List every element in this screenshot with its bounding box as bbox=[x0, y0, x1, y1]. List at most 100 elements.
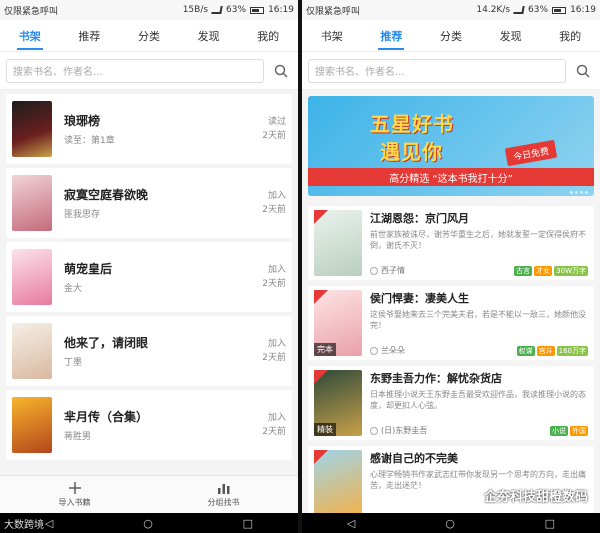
tag: 160万字 bbox=[556, 345, 588, 356]
bottom-toolbar: 导入书籍 分组找书 bbox=[0, 475, 298, 513]
bar-chart-icon bbox=[217, 484, 229, 494]
book-title: 东野圭吾力作：解忧杂货店 bbox=[370, 372, 502, 385]
book-title: 寂寞空庭春欲晚 bbox=[64, 188, 149, 202]
book-desc: 日本推理小说天王东野圭吾最受欢迎作品，我读推理小说的态度，却更扣人心弦。 bbox=[370, 390, 586, 410]
tag: 才女 bbox=[534, 265, 553, 276]
book-cover bbox=[12, 397, 52, 453]
list-item[interactable]: 芈月传（合集） 蒋胜男 加入 2天前 bbox=[6, 390, 292, 460]
battery-icon bbox=[250, 6, 265, 14]
banner-free-badge: 今日免费 bbox=[504, 139, 558, 167]
signal-icon bbox=[513, 6, 525, 14]
book-author: 金大 bbox=[64, 284, 83, 294]
battery-percent: 63% bbox=[528, 5, 549, 15]
tag: 古言 bbox=[514, 265, 533, 276]
book-action: 加入 bbox=[267, 265, 286, 275]
book-cover bbox=[12, 249, 52, 305]
tab-bookshelf[interactable]: 书架 bbox=[317, 22, 347, 50]
system-navbar: ◁ ○ □ bbox=[302, 513, 600, 533]
tab-recommend[interactable]: 推荐 bbox=[74, 22, 104, 50]
list-item[interactable]: 他来了，请闭眼 丁墨 加入 2天前 bbox=[6, 316, 292, 386]
list-item[interactable]: 寂寞空庭春欲晚 匪我思存 加入 2天前 bbox=[6, 168, 292, 238]
plus-icon bbox=[68, 482, 81, 494]
book-title: 侯门悍妻：凄美人生 bbox=[370, 292, 469, 305]
tab-category[interactable]: 分类 bbox=[134, 22, 164, 50]
book-cover: 精装 bbox=[314, 370, 362, 436]
carrier-text: 仅限紧急呼叫 bbox=[4, 6, 59, 17]
promo-banner[interactable]: 五星好书 遇见你 今日免费 高分精选 “这本书我打十分” bbox=[308, 96, 594, 196]
book-time: 2天前 bbox=[262, 427, 286, 437]
book-author: 兰朵朵 bbox=[381, 346, 405, 355]
list-item[interactable]: 萌宠皇后 金大 加入 2天前 bbox=[6, 242, 292, 312]
list-item[interactable]: 江湖恩怨：京门风月 前世家族被诛尽，谢芳华重生之后，她就发誓一定保得侯府不倒，谢… bbox=[308, 206, 594, 280]
status-bar: 仅限紧急呼叫 14.2K/s 63% 16:19 bbox=[302, 0, 600, 20]
import-books-button[interactable]: 导入书籍 bbox=[0, 476, 149, 513]
author-icon bbox=[370, 346, 378, 355]
book-cover bbox=[314, 210, 362, 276]
book-title: 江湖恩怨：京门风月 bbox=[370, 212, 469, 225]
tab-discover[interactable]: 发现 bbox=[496, 22, 526, 50]
book-author: 匪我思存 bbox=[64, 210, 101, 220]
banner-title-line1: 五星好书 bbox=[370, 112, 454, 136]
network-speed: 15B/s bbox=[182, 5, 209, 15]
recommend-list: 江湖恩怨：京门风月 前世家族被诛尽，谢芳华重生之后，她就发誓一定保得侯府不倒，谢… bbox=[302, 200, 600, 513]
book-cover bbox=[12, 175, 52, 231]
tag: 小说 bbox=[550, 425, 568, 436]
list-item[interactable]: 精装 东野圭吾力作：解忧杂货店 日本推理小说天王东野圭吾最受欢迎作品，我读推理小… bbox=[308, 366, 594, 440]
import-books-label: 导入书籍 bbox=[58, 498, 91, 507]
signal-icon bbox=[211, 6, 223, 14]
book-author: 蒋胜男 bbox=[64, 432, 92, 442]
recents-icon[interactable]: □ bbox=[243, 517, 253, 530]
book-author: (日)东野圭吾 bbox=[381, 426, 428, 435]
status-indicators: 15B/s 63% 16:19 bbox=[183, 5, 294, 15]
book-title: 芈月传（合集） bbox=[64, 410, 149, 424]
battery-percent: 63% bbox=[226, 5, 247, 15]
book-title: 他来了，请闭眼 bbox=[64, 336, 149, 350]
book-desc: 前世家族被诛尽，谢芳华重生之后，她就发誓一定保得侯府不倒，谢氏不灭！ bbox=[370, 230, 586, 250]
bookshelf-screen: 仅限紧急呼叫 15B/s 63% 16:19 书架 推荐 分类 发现 我的 搜索… bbox=[0, 0, 298, 533]
carousel-dots bbox=[570, 191, 588, 194]
recommend-screen: 仅限紧急呼叫 14.2K/s 63% 16:19 书架 推荐 分类 发现 我的 … bbox=[302, 0, 600, 533]
search-icon[interactable] bbox=[572, 60, 594, 82]
tab-recommend[interactable]: 推荐 bbox=[376, 22, 406, 50]
search-input[interactable]: 搜索书名、作者名... bbox=[308, 58, 566, 83]
carrier-text: 仅限紧急呼叫 bbox=[306, 6, 361, 17]
book-action: 加入 bbox=[267, 191, 286, 201]
list-item[interactable]: 琅琊榜 读至：第1章 读过 2天前 bbox=[6, 94, 292, 164]
book-time: 2天前 bbox=[262, 279, 286, 289]
brand-watermark: 大数跨境 bbox=[4, 519, 44, 531]
home-icon[interactable]: ○ bbox=[445, 517, 455, 530]
list-item[interactable]: 完本 侯门悍妻：凄美人生 这侯爷娶她来去三个完美夫君，若是不能以一敌三，她颜他没… bbox=[308, 286, 594, 360]
bookshelf-list: 琅琊榜 读至：第1章 读过 2天前 寂寞空庭春欲晚 匪我思存 加入 2天前 萌宠… bbox=[0, 90, 298, 475]
book-flag: 精装 bbox=[314, 423, 336, 436]
tab-discover[interactable]: 发现 bbox=[194, 22, 224, 50]
back-icon[interactable]: ◁ bbox=[347, 517, 355, 530]
book-action: 加入 bbox=[267, 413, 286, 423]
book-author: 西子情 bbox=[381, 266, 405, 275]
tag: 宫斗 bbox=[536, 345, 555, 356]
group-find-button[interactable]: 分组找书 bbox=[149, 476, 298, 513]
search-row: 搜索书名、作者名... bbox=[302, 52, 600, 90]
back-icon[interactable]: ◁ bbox=[45, 517, 53, 530]
book-desc: 这侯爷娶她来去三个完美夫君，若是不能以一敌三，她颜他没完！ bbox=[370, 310, 586, 330]
tab-mine[interactable]: 我的 bbox=[253, 22, 283, 50]
book-title: 琅琊榜 bbox=[64, 114, 101, 128]
system-navbar: 大数跨境 ◁ ○ □ bbox=[0, 513, 298, 533]
banner-strip: 高分精选 “这本书我打十分” bbox=[308, 168, 594, 186]
home-icon[interactable]: ○ bbox=[143, 517, 153, 530]
search-icon[interactable] bbox=[270, 60, 292, 82]
book-author: 丁墨 bbox=[64, 358, 83, 368]
book-cover bbox=[314, 450, 362, 513]
battery-icon bbox=[552, 6, 567, 14]
tab-mine[interactable]: 我的 bbox=[555, 22, 585, 50]
book-time: 2天前 bbox=[262, 131, 286, 141]
search-input[interactable]: 搜索书名、作者名... bbox=[6, 58, 264, 83]
book-time: 2天前 bbox=[262, 205, 286, 215]
recents-icon[interactable]: □ bbox=[545, 517, 555, 530]
tab-bookshelf[interactable]: 书架 bbox=[15, 22, 45, 50]
book-cover bbox=[12, 323, 52, 379]
tab-category[interactable]: 分类 bbox=[436, 22, 466, 50]
clock: 16:19 bbox=[268, 5, 294, 15]
status-bar: 仅限紧急呼叫 15B/s 63% 16:19 bbox=[0, 0, 298, 20]
banner-title-line2: 遇见你 bbox=[380, 140, 443, 164]
tag: 权谋 bbox=[516, 345, 535, 356]
